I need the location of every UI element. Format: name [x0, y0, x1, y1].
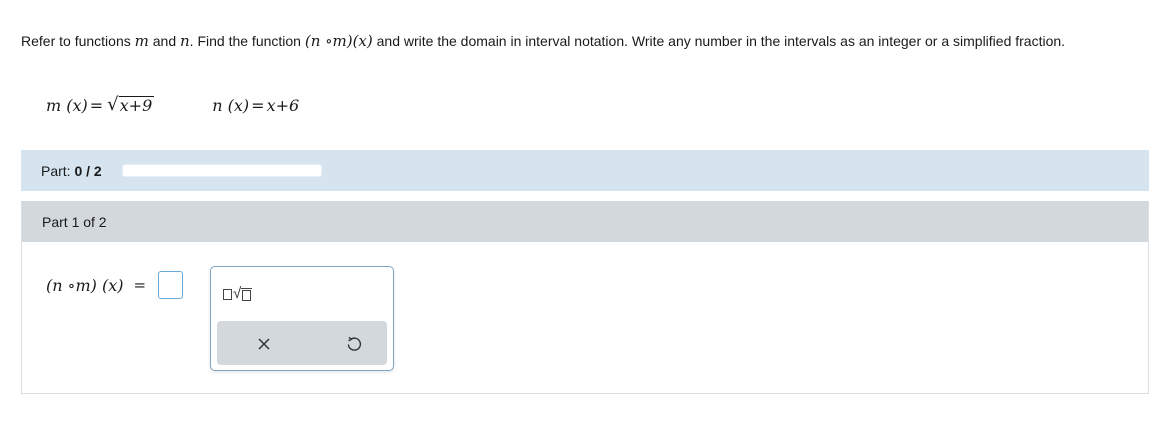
root-template-button[interactable]: √: [223, 281, 267, 307]
prompt-text: . Find the function: [189, 33, 305, 49]
var-m: m: [134, 32, 149, 50]
answer-lhs: (n ∘m) (x): [46, 275, 124, 295]
function-definitions: m (x) = √ x+9 n (x) = x+6: [46, 91, 299, 119]
function-n-lhs: n (x): [212, 95, 250, 115]
question-prompt: Refer to functions m and n. Find the fun…: [21, 31, 1121, 51]
math-palette: √: [210, 266, 394, 371]
answer-row: (n ∘m) (x) =: [46, 271, 184, 299]
prompt-text: and write the domain in interval notatio…: [372, 33, 1066, 49]
root-template-icon: √: [233, 286, 253, 301]
progress-value: 0 / 2: [74, 162, 102, 179]
prompt-text: and: [148, 33, 180, 49]
radical-sign-icon: √: [107, 94, 119, 115]
part-header: Part 1 of 2: [22, 201, 1148, 242]
answer-equals: =: [133, 276, 147, 294]
progress-label: Part: 0 / 2: [41, 162, 102, 179]
composition-expression: (n ∘m)(x): [304, 32, 373, 50]
function-m-definition: m (x) = √ x+9: [46, 94, 155, 115]
equals-sign: =: [251, 95, 265, 115]
function-m-radicand: x+9: [118, 96, 155, 115]
undo-icon: [347, 336, 362, 351]
square-root: √ x+9: [107, 94, 155, 115]
undo-button[interactable]: [341, 331, 367, 357]
equals-sign: =: [89, 95, 104, 115]
progress-track: [121, 164, 322, 177]
answer-input[interactable]: [158, 271, 184, 299]
function-m-lhs: m (x): [46, 95, 88, 115]
clear-button[interactable]: [251, 331, 277, 357]
prompt-text: Refer to functions: [21, 33, 135, 49]
var-n: n: [180, 32, 190, 50]
close-icon: [258, 338, 270, 350]
palette-actions: [217, 321, 387, 365]
index-placeholder-icon: [223, 288, 232, 300]
function-n-rhs: x+6: [266, 95, 300, 115]
part-progress-bar: Part: 0 / 2: [21, 150, 1149, 191]
function-n-definition: n (x) = x+6: [212, 96, 299, 115]
part-panel: Part 1 of 2 (n ∘m) (x) = √: [21, 201, 1149, 394]
